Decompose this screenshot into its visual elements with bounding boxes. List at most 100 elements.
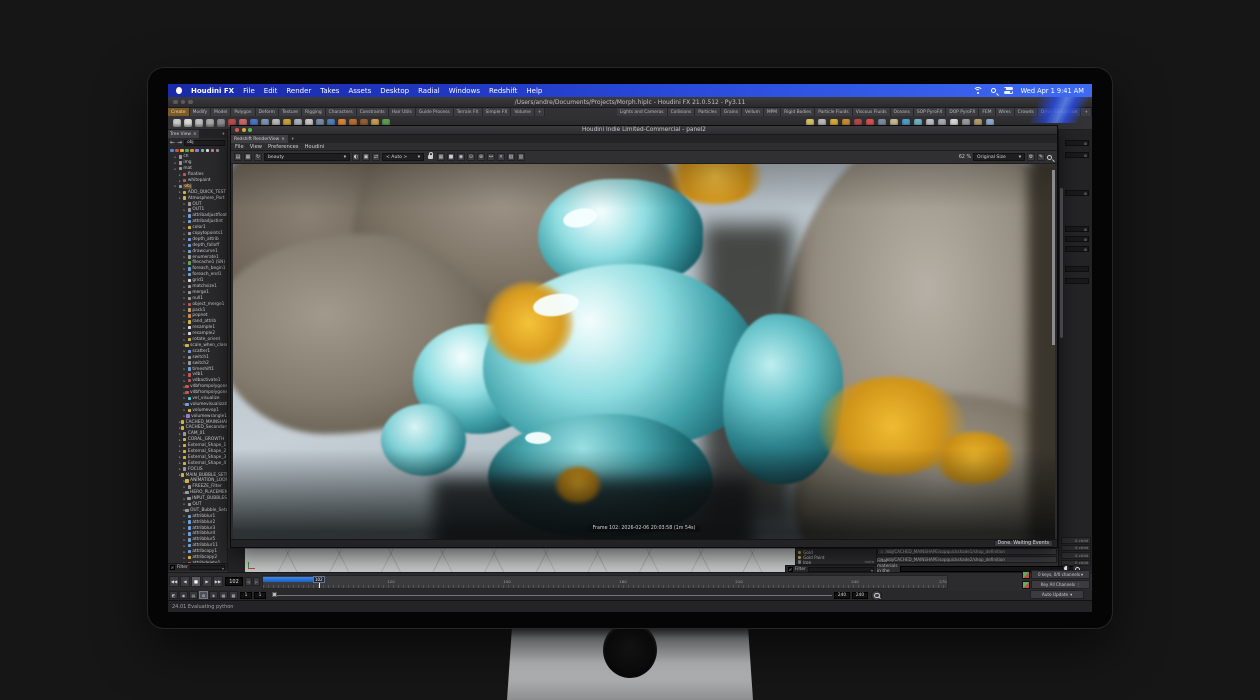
close-icon[interactable]: × <box>281 137 285 142</box>
frame-step-button[interactable]: ▷ <box>253 577 260 586</box>
shelf-tab[interactable]: Collisions <box>668 108 696 116</box>
shelf-tab[interactable]: + <box>1081 108 1092 116</box>
zoom-level[interactable]: 62 % <box>959 155 971 160</box>
render-toolbar-icon[interactable]: ⇄ <box>372 153 380 161</box>
houdini-title-bar[interactable]: /Users/andre/Documents/Projects/Morph.hi… <box>168 97 1092 108</box>
node-type-filter-icon[interactable] <box>211 149 215 153</box>
playback-end-field[interactable]: 240 <box>834 592 850 599</box>
render-toolbar-icon[interactable]: ⊙ <box>467 153 475 161</box>
shelf-tab[interactable]: MPM <box>764 108 781 116</box>
forward-icon[interactable]: → <box>177 139 182 146</box>
menu-item[interactable]: Radial <box>418 87 440 95</box>
shelf-tool-icon[interactable] <box>195 119 203 127</box>
shelf-tab[interactable]: Lights and Cameras <box>617 108 668 116</box>
node-type-filter-icon[interactable] <box>195 149 199 153</box>
network-path-field[interactable]: obj <box>184 140 225 146</box>
add-tab-icon[interactable]: + <box>291 137 295 142</box>
playbar-option-button[interactable]: ▤ <box>189 591 198 599</box>
back-icon[interactable]: ← <box>170 139 175 146</box>
shelf-tab[interactable]: Deform <box>256 108 279 116</box>
shelf-tab[interactable]: Rigging <box>302 108 326 116</box>
menu-item[interactable]: Assets <box>348 87 371 95</box>
shelf-tab[interactable]: Create <box>168 108 190 116</box>
render-menu-item[interactable]: Houdini <box>305 144 325 150</box>
wifi-icon[interactable] <box>973 87 983 94</box>
render-menu-item[interactable]: View <box>250 144 262 150</box>
range-end-field[interactable]: 240 <box>852 592 868 599</box>
child-count-row[interactable]: 0 child <box>1061 545 1091 552</box>
shelf-tab[interactable]: Characters <box>326 108 357 116</box>
shelf-tab[interactable]: Viscous Fluids <box>853 108 891 116</box>
menu-bar-clock[interactable]: Wed Apr 1 9:41 AM <box>1021 87 1084 95</box>
shelf-tab[interactable]: Vellum <box>742 108 764 116</box>
timeline-zoom-icon[interactable] <box>871 590 882 601</box>
menu-item[interactable]: Takes <box>320 87 339 95</box>
playbar-option-button[interactable]: ◉ <box>179 591 188 599</box>
material-row[interactable]: Iron <box>798 560 874 565</box>
shelf-tab[interactable]: Texture <box>279 108 302 116</box>
parameter-row[interactable] <box>1065 266 1089 272</box>
render-toolbar-icon[interactable]: ▦ <box>244 153 252 161</box>
render-window-title-bar[interactable]: Houdini Indie Limited-Commercial - panel… <box>231 126 1057 135</box>
menu-item[interactable]: File <box>243 87 255 95</box>
shader-path-row[interactable]: ≡ /obj/CACHED_MAINSHAPE/sopquickshade1/s… <box>877 548 1057 555</box>
shelf-tab[interactable]: Simple FX <box>483 108 512 116</box>
child-count-row[interactable]: 0 child <box>1061 537 1091 544</box>
shelf-tab[interactable]: Grains <box>721 108 742 116</box>
menu-item[interactable]: Redshift <box>489 87 517 95</box>
close-icon[interactable]: × <box>193 132 197 137</box>
render-toolbar-icon[interactable]: ◉ <box>457 153 465 161</box>
render-menu-item[interactable]: Preferences <box>268 144 299 150</box>
render-toolbar-icon[interactable]: ⊕ <box>477 153 485 161</box>
shader-path-row[interactable]: ≡ /obj/CACHED_MAINSHAPE/sopquickshade2/s… <box>877 556 1057 563</box>
shelf-tab[interactable]: Model <box>211 108 231 116</box>
shelf-tab[interactable]: Rigid Bodies <box>781 108 815 116</box>
shelf-tab[interactable]: Guide Process <box>416 108 454 116</box>
parameter-row[interactable]: ⚙ <box>1065 226 1089 232</box>
transport-button[interactable]: ◀◀ <box>169 576 179 587</box>
render-pass-dropdown[interactable]: beauty ▾ <box>264 153 350 161</box>
add-tab-icon[interactable]: + <box>221 132 227 137</box>
parameter-row[interactable]: ⚙ <box>1065 140 1089 146</box>
parameter-row[interactable]: ⚙ <box>1065 246 1089 252</box>
menu-item[interactable]: Windows <box>449 87 480 95</box>
node-type-filter-icon[interactable] <box>185 149 189 153</box>
shelf-tab[interactable]: Modify <box>190 108 212 116</box>
shelf-tab[interactable]: Wires <box>996 108 1015 116</box>
transport-button[interactable]: ▶ <box>202 576 212 587</box>
shelf-tab[interactable]: Particle Fluids <box>815 108 852 116</box>
menu-item[interactable]: Desktop <box>380 87 409 95</box>
timeline-ruler[interactable]: 102 120150180210240270 <box>262 575 948 589</box>
playbar-option-button[interactable]: ⊙ <box>199 591 208 599</box>
shelf-tab[interactable]: Polygon <box>231 108 255 116</box>
render-toolbar-icon[interactable]: ◐ <box>352 153 360 161</box>
shelf-tab[interactable]: Volume <box>511 108 534 116</box>
parameter-row[interactable]: ⚙ <box>1065 190 1089 196</box>
frame-step-button[interactable]: ◁ <box>245 577 252 586</box>
range-slider-handle[interactable] <box>272 592 277 597</box>
gear-icon[interactable]: ⚙ <box>1027 153 1035 161</box>
auto-update-dropdown[interactable]: Auto Update ▾ <box>1030 590 1084 599</box>
render-toolbar-icon[interactable]: ↔ <box>487 153 495 161</box>
range-start-field[interactable]: 1 <box>240 592 252 599</box>
render-toolbar-icon[interactable]: × <box>497 153 505 161</box>
render-toolbar-icon[interactable]: ↻ <box>254 153 262 161</box>
node-type-filter-icon[interactable] <box>175 149 179 153</box>
render-menu-item[interactable]: File <box>235 144 244 150</box>
apple-menu-icon[interactable] <box>176 87 182 94</box>
spotlight-search-icon[interactable] <box>991 88 996 93</box>
tab-redshift-renderview[interactable]: Redshift RenderView × <box>231 135 288 143</box>
shelf-tool-icon[interactable] <box>184 119 192 127</box>
render-toolbar-icon[interactable]: ▤ <box>234 153 242 161</box>
node-type-filter-icon[interactable] <box>190 149 194 153</box>
animation-strip[interactable] <box>245 548 795 572</box>
render-toolbar-icon[interactable]: ▥ <box>517 153 525 161</box>
key-all-channels-button[interactable]: Key All Channels ⋮ <box>1031 580 1090 589</box>
parameter-row[interactable]: ⚙ <box>1065 236 1089 242</box>
scrollbar[interactable] <box>1060 188 1063 338</box>
shelf-tab[interactable]: Particles <box>695 108 721 116</box>
render-toolbar-icon[interactable]: ▦ <box>437 153 445 161</box>
render-toolbar-icon[interactable]: ■ <box>447 153 455 161</box>
app-menu[interactable]: Houdini FX <box>191 87 234 95</box>
tab-tree-view[interactable]: Tree View × <box>168 130 199 138</box>
